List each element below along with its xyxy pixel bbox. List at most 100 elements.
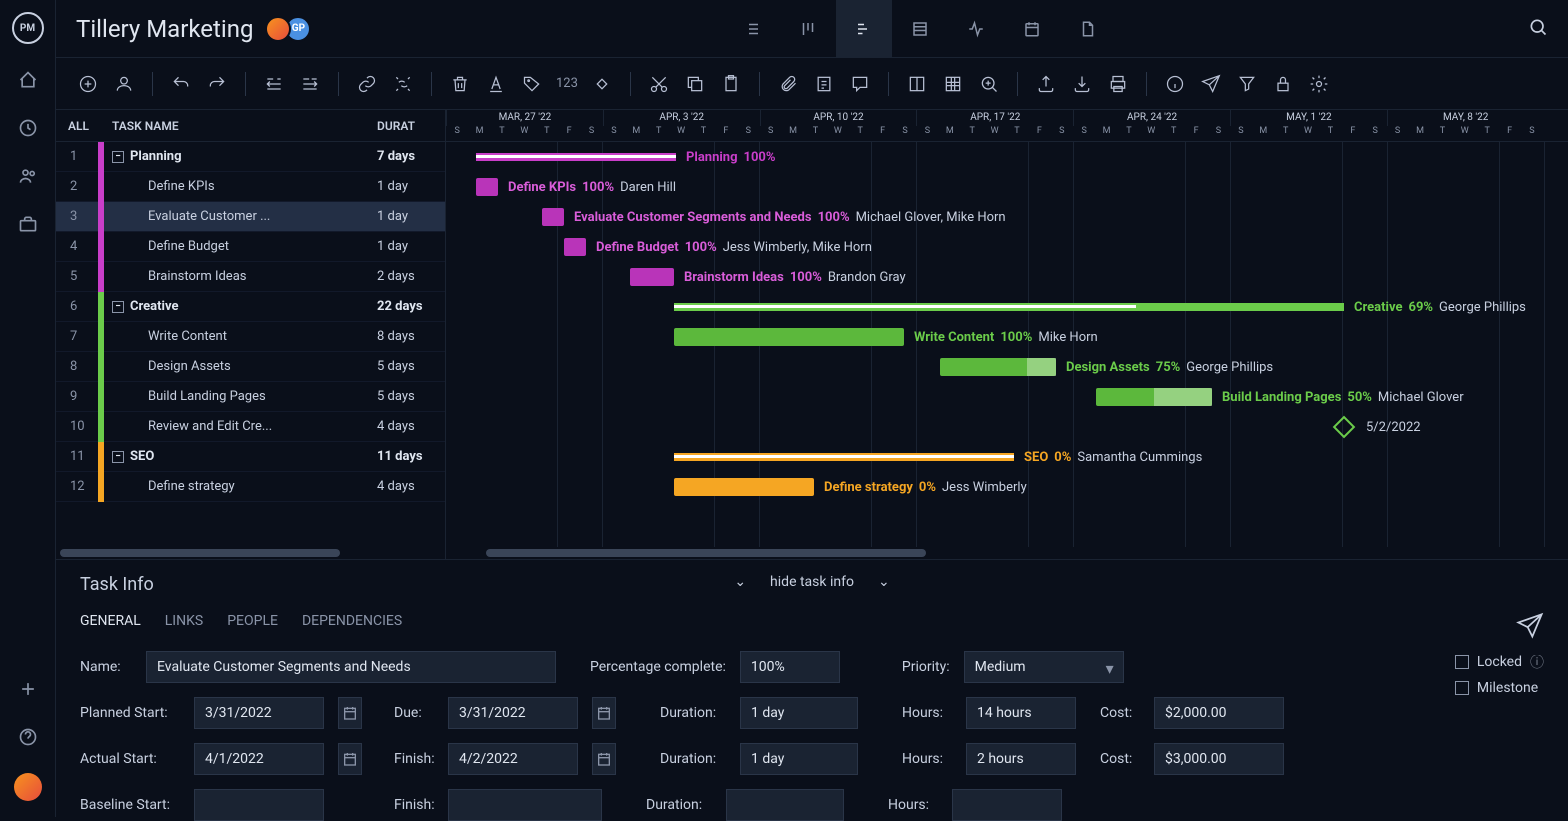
- baseline-start-input[interactable]: [194, 789, 324, 821]
- view-sheet-icon[interactable]: [892, 0, 948, 58]
- act-cost-input[interactable]: [1154, 743, 1284, 775]
- hide-task-info-button[interactable]: ⌄ hide task info ⌄: [734, 574, 889, 590]
- note-icon[interactable]: [812, 72, 836, 96]
- paste-icon[interactable]: [719, 72, 743, 96]
- send-icon[interactable]: [1199, 72, 1223, 96]
- search-icon[interactable]: [1528, 17, 1548, 41]
- home-icon[interactable]: [16, 68, 40, 92]
- grid-scrollbar[interactable]: [56, 547, 445, 559]
- table-row[interactable]: 1 −Planning 7 days: [56, 142, 445, 172]
- tab-dependencies[interactable]: DEPENDENCIES: [302, 613, 402, 629]
- task-bar[interactable]: [542, 208, 564, 226]
- summary-bar[interactable]: [674, 303, 1344, 311]
- act-duration-input[interactable]: [740, 743, 858, 775]
- print-icon[interactable]: [1106, 72, 1130, 96]
- tab-general[interactable]: GENERAL: [80, 613, 141, 629]
- pct-input[interactable]: [740, 651, 840, 683]
- view-calendar-icon[interactable]: [1004, 0, 1060, 58]
- plan-hours-input[interactable]: [966, 697, 1076, 729]
- summary-bar[interactable]: [674, 453, 1014, 461]
- tab-links[interactable]: LINKS: [165, 613, 203, 629]
- export-icon[interactable]: [1034, 72, 1058, 96]
- table-row[interactable]: 3 Evaluate Customer ... 1 day: [56, 202, 445, 232]
- table-row[interactable]: 11 −SEO 11 days: [56, 442, 445, 472]
- view-activity-icon[interactable]: [948, 0, 1004, 58]
- task-bar[interactable]: [564, 238, 586, 256]
- cut-icon[interactable]: [647, 72, 671, 96]
- import-icon[interactable]: [1070, 72, 1094, 96]
- view-file-icon[interactable]: [1060, 0, 1116, 58]
- task-bar[interactable]: [630, 268, 674, 286]
- priority-select[interactable]: Medium: [964, 651, 1124, 683]
- link-icon[interactable]: [355, 72, 379, 96]
- col-all[interactable]: ALL: [56, 119, 104, 133]
- redo-icon[interactable]: [205, 72, 229, 96]
- send-task-icon[interactable]: [1516, 612, 1544, 644]
- plus-icon[interactable]: [16, 677, 40, 701]
- summary-bar[interactable]: [476, 153, 676, 161]
- zoom-icon[interactable]: [977, 72, 1001, 96]
- baseline-hours-input[interactable]: [952, 789, 1062, 821]
- undo-icon[interactable]: [169, 72, 193, 96]
- task-bar[interactable]: [674, 328, 904, 346]
- unlink-icon[interactable]: [391, 72, 415, 96]
- people-icon[interactable]: [16, 164, 40, 188]
- view-gantt-icon[interactable]: [836, 0, 892, 58]
- table-row[interactable]: 8 Design Assets 5 days: [56, 352, 445, 382]
- gear-icon[interactable]: [1307, 72, 1331, 96]
- grid-icon[interactable]: [941, 72, 965, 96]
- trash-icon[interactable]: [448, 72, 472, 96]
- help-icon[interactable]: [16, 725, 40, 749]
- table-row[interactable]: 6 −Creative 22 days: [56, 292, 445, 322]
- calendar-icon[interactable]: [592, 697, 616, 729]
- task-bar[interactable]: [1096, 388, 1212, 406]
- view-board-icon[interactable]: [780, 0, 836, 58]
- table-row[interactable]: 2 Define KPIs 1 day: [56, 172, 445, 202]
- table-row[interactable]: 12 Define strategy 4 days: [56, 472, 445, 502]
- due-input[interactable]: [448, 697, 578, 729]
- table-row[interactable]: 7 Write Content 8 days: [56, 322, 445, 352]
- outdent-icon[interactable]: [262, 72, 286, 96]
- view-list-icon[interactable]: [724, 0, 780, 58]
- info-icon[interactable]: [1163, 72, 1187, 96]
- member-avatars[interactable]: GP: [271, 16, 311, 42]
- col-name[interactable]: TASK NAME: [104, 119, 377, 133]
- locked-checkbox[interactable]: Locked ⓘ: [1455, 652, 1544, 672]
- clock-icon[interactable]: [16, 116, 40, 140]
- planned-start-input[interactable]: [194, 697, 324, 729]
- collapse-icon[interactable]: −: [112, 301, 124, 313]
- app-logo[interactable]: PM: [12, 12, 44, 44]
- finish-input[interactable]: [448, 743, 578, 775]
- gantt-body[interactable]: Planning100% Define KPIs100%Daren Hill E…: [446, 142, 1568, 547]
- task-name-input[interactable]: [146, 651, 556, 683]
- comment-icon[interactable]: [848, 72, 872, 96]
- tag-icon[interactable]: [520, 72, 544, 96]
- add-task-icon[interactable]: [76, 72, 100, 96]
- collapse-icon[interactable]: −: [112, 451, 124, 463]
- milestone-diamond[interactable]: [1333, 416, 1356, 439]
- assign-icon[interactable]: [112, 72, 136, 96]
- calendar-icon[interactable]: [592, 743, 616, 775]
- indent-icon[interactable]: [298, 72, 322, 96]
- task-bar[interactable]: [674, 478, 814, 496]
- lock-icon[interactable]: [1271, 72, 1295, 96]
- calendar-icon[interactable]: [338, 697, 362, 729]
- filter-icon[interactable]: [1235, 72, 1259, 96]
- task-bar[interactable]: [940, 358, 1056, 376]
- text-color-icon[interactable]: [484, 72, 508, 96]
- baseline-finish-input[interactable]: [448, 789, 602, 821]
- actual-start-input[interactable]: [194, 743, 324, 775]
- plan-duration-input[interactable]: [740, 697, 858, 729]
- gantt-scrollbar[interactable]: [446, 547, 1568, 559]
- milestone-checkbox[interactable]: Milestone: [1455, 680, 1544, 696]
- briefcase-icon[interactable]: [16, 212, 40, 236]
- task-bar[interactable]: [476, 178, 498, 196]
- plan-cost-input[interactable]: [1154, 697, 1284, 729]
- tab-people[interactable]: PEOPLE: [227, 613, 278, 629]
- milestone-icon[interactable]: [590, 72, 614, 96]
- columns-icon[interactable]: [905, 72, 929, 96]
- calendar-icon[interactable]: [338, 743, 362, 775]
- copy-icon[interactable]: [683, 72, 707, 96]
- table-row[interactable]: 4 Define Budget 1 day: [56, 232, 445, 262]
- collapse-icon[interactable]: −: [112, 151, 124, 163]
